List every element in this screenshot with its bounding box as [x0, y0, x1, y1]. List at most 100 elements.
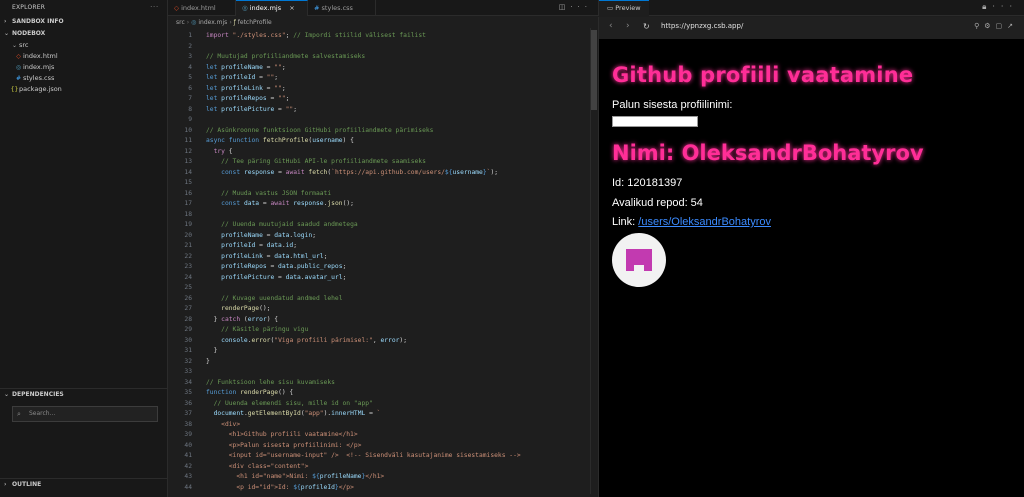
forward-icon[interactable]: › [626, 21, 630, 31]
profile-link-label: Link: [612, 216, 639, 228]
window-icon[interactable]: ▢ [996, 22, 1008, 30]
code-line[interactable]: // Uuenda muutujaid saadud andmetega [206, 221, 357, 228]
dependencies-section[interactable]: ⌄ DEPENDENCIES [0, 388, 167, 401]
code-line[interactable]: profileName = data.login; [206, 232, 316, 239]
editor-actions: ◫··· [559, 3, 592, 11]
line-number: 13 [184, 158, 192, 165]
chevron-right-icon: › [186, 19, 190, 26]
tree-item-src[interactable]: ⌄ src [0, 40, 167, 51]
code-editor[interactable]: 1 import "./styles.css"; // Impordi stiil… [168, 28, 598, 494]
search-placeholder: Search... [29, 410, 56, 417]
code-line[interactable]: try { [206, 148, 233, 155]
more-actions-icon[interactable]: ··· [570, 3, 592, 11]
code-line[interactable]: renderPage(); [206, 305, 270, 312]
tree-item-index-html[interactable]: ◇ index.html [0, 51, 167, 62]
nodebox-section[interactable]: ⌄ NODEBOX [0, 28, 167, 40]
code-line[interactable]: // Kuvage uuendatud andmed lehel [206, 295, 342, 302]
username-prompt: Palun sisesta profiilinimi: [612, 99, 733, 111]
code-line[interactable]: <input id="username-input" /> <!-- Sisen… [206, 452, 521, 459]
code-line[interactable]: profilePicture = data.avatar_url; [206, 274, 346, 281]
tab-index-html[interactable]: ◇ index.html [168, 0, 236, 16]
tree-item-label: index.mjs [23, 63, 55, 71]
more-actions-icon[interactable]: ··· [150, 0, 159, 16]
code-line[interactable]: console.error("Viga profiili pärimisel:"… [206, 337, 407, 344]
code-line[interactable]: } [206, 347, 218, 354]
close-icon[interactable]: × [289, 4, 294, 12]
line-number: 44 [184, 483, 192, 491]
split-editor-icon[interactable]: ◫ [559, 3, 571, 11]
editor-tab-bar: ◇ index.html ◎ index.mjs × # styles.css … [168, 0, 598, 16]
breadcrumb-item[interactable]: fetchProfile [238, 19, 272, 26]
username-input[interactable] [612, 116, 698, 127]
line-number: 20 [184, 231, 192, 239]
breadcrumb-item[interactable]: index.mjs [198, 19, 227, 26]
code-line[interactable]: const data = await response.json(); [206, 200, 354, 207]
code-line[interactable]: <p>Palun sisesta profiilinimi: </p> [206, 442, 362, 449]
tree-item-label: index.html [23, 52, 58, 60]
editor-scrollbar-thumb[interactable] [591, 30, 597, 110]
url-field[interactable]: https://ypnzxg.csb.app/ [661, 22, 743, 30]
line-number: 27 [184, 305, 192, 312]
code-line[interactable]: let profileId = ""; [206, 74, 278, 81]
code-line[interactable]: <div> [206, 421, 240, 428]
code-line[interactable]: import "./styles.css"; // Impordi stiili… [206, 32, 426, 39]
line-number: 16 [184, 189, 192, 197]
lock-icon[interactable]: 🔒︎ [982, 2, 992, 11]
code-line[interactable]: <p id="id">Id: ${profileId}</p> [206, 484, 354, 491]
code-line[interactable]: <h1 id="name">Nimi: ${profileName}</h1> [206, 473, 384, 480]
settings-icon[interactable]: ⚙ [984, 22, 995, 30]
line-number: 40 [184, 441, 192, 449]
code-line[interactable]: function renderPage() { [206, 389, 293, 396]
code-line[interactable]: // Muuda vastus JSON formaati [206, 190, 331, 197]
tree-item-styles-css[interactable]: # styles.css [0, 73, 167, 84]
code-line[interactable]: // Asünkroonne funktsioon GitHubi profii… [206, 127, 433, 134]
code-line[interactable]: // Funktsioon lehe sisu kuvamiseks [206, 379, 335, 386]
code-line[interactable]: async function fetchProfile(username) { [206, 137, 354, 144]
js-file-icon: ◎ [242, 4, 248, 12]
tab-label: index.html [181, 4, 216, 12]
code-line[interactable]: const response = await fetch(`https://ap… [206, 169, 498, 176]
code-line[interactable]: <div class="content"> [206, 463, 309, 470]
dependency-search-input[interactable]: ⌕ Search... [12, 406, 158, 422]
code-line[interactable]: // Tee päring GitHubi API-le profiiliand… [206, 158, 426, 165]
code-line[interactable]: profileId = data.id; [206, 242, 297, 249]
code-line[interactable]: // Muutujad profiiliandmete salvestamise… [206, 53, 365, 60]
code-line[interactable]: let profileRepos = ""; [206, 95, 289, 102]
inspect-icon[interactable]: ⚲ [974, 22, 984, 30]
nodebox-label: NODEBOX [12, 30, 46, 37]
line-number: 32 [184, 357, 192, 365]
tab-styles-css[interactable]: # styles.css [308, 0, 376, 16]
code-line[interactable]: // Käsitle päringu vigu [206, 326, 308, 333]
tab-preview[interactable]: ▭ Preview [599, 0, 649, 16]
code-line[interactable]: let profileName = ""; [206, 64, 286, 71]
more-actions-icon[interactable]: ··· [992, 2, 1018, 11]
code-line[interactable]: // Uuenda elemendi sisu, mille id on "ap… [206, 400, 373, 407]
line-number: 1 [188, 32, 192, 39]
tab-label: styles.css [321, 4, 353, 12]
code-line[interactable]: let profileLink = ""; [206, 85, 286, 92]
code-line[interactable]: document.getElementById("app").innerHTML… [206, 410, 381, 417]
outline-label: OUTLINE [12, 481, 42, 488]
tree-item-index-mjs[interactable]: ◎ index.mjs [0, 62, 167, 73]
html-file-icon: ◇ [16, 53, 21, 60]
breadcrumb-item[interactable]: src [176, 19, 185, 26]
identicon-block [634, 259, 644, 265]
code-line[interactable]: } catch (error) { [206, 316, 279, 323]
code-line[interactable]: <h1>Github profiili vaatamine</h1> [206, 431, 358, 438]
code-line[interactable]: let profilePicture = ""; [206, 106, 297, 113]
tree-item-package-json[interactable]: {}package.json [0, 84, 167, 95]
profile-link[interactable]: /users/OleksandrBohatyrov [638, 216, 771, 228]
line-number: 19 [184, 221, 192, 228]
back-icon[interactable]: ‹ [609, 21, 613, 31]
line-number: 41 [184, 452, 192, 459]
code-line[interactable]: } [206, 358, 210, 365]
refresh-icon[interactable]: ↻ [643, 22, 650, 31]
open-external-icon[interactable]: ↗ [1007, 22, 1018, 30]
code-line[interactable]: profileRepos = data.public_repos; [206, 263, 346, 270]
outline-section[interactable]: › OUTLINE [0, 478, 167, 491]
sandbox-info-section[interactable]: › SANDBOX INFO [0, 16, 167, 28]
line-number: 30 [184, 336, 192, 344]
line-number: 35 [184, 389, 192, 396]
tab-index-mjs[interactable]: ◎ index.mjs × [236, 0, 308, 16]
code-line[interactable]: profileLink = data.html_url; [206, 253, 327, 260]
